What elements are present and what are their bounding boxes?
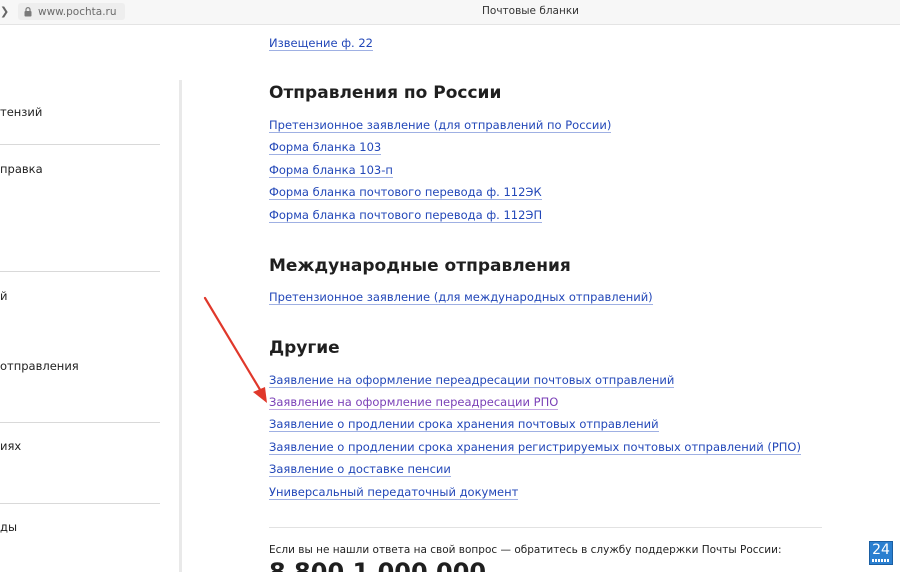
- link-extend-storage[interactable]: Заявление о продлении срока хранения поч…: [269, 418, 659, 432]
- link-claim-russia[interactable]: Претензионное заявление (для отправлений…: [269, 119, 612, 133]
- link-izveshchenie-22[interactable]: Извещение ф. 22: [269, 37, 373, 51]
- browser-toolbar: ❯ www.pochta.ru Почтовые бланки: [0, 0, 900, 25]
- link-form-103p[interactable]: Форма бланка 103-п: [269, 164, 393, 178]
- sidebar-divider: [0, 271, 160, 272]
- sidebar-scrollbar[interactable]: [179, 80, 182, 572]
- link-form-112ep[interactable]: Форма бланка почтового перевода ф. 112ЭП: [269, 209, 543, 223]
- content-divider: [269, 527, 822, 528]
- sidebar-item[interactable]: ды: [0, 520, 17, 534]
- sidebar-divider: [0, 144, 160, 145]
- sidebar-divider: [0, 503, 160, 504]
- link-universal-document[interactable]: Универсальный передаточный документ: [269, 486, 519, 500]
- link-redirect-rpo[interactable]: Заявление на оформление переадресации РП…: [269, 396, 559, 410]
- badge-text: 24: [872, 542, 890, 558]
- main-content: Извещение ф. 22 Отправления по России Пр…: [269, 25, 829, 572]
- badge-stripe: [872, 559, 890, 562]
- annotation-arrow-icon: [203, 296, 267, 403]
- sidebar-divider: [0, 422, 160, 423]
- sidebar-item[interactable]: правка: [0, 162, 43, 176]
- link-claim-international[interactable]: Претензионное заявление (для международн…: [269, 291, 653, 305]
- window-title: Почтовые бланки: [482, 5, 579, 17]
- link-form-103[interactable]: Форма бланка 103: [269, 141, 382, 155]
- address-bar[interactable]: www.pochta.ru: [18, 3, 125, 20]
- section-title-international: Международные отправления: [269, 256, 571, 276]
- link-extend-storage-rpo[interactable]: Заявление о продлении срока хранения рег…: [269, 441, 801, 455]
- link-form-112ek[interactable]: Форма бланка почтового перевода ф. 112ЭК: [269, 186, 542, 200]
- lock-icon: [24, 6, 32, 16]
- link-redirect-postal[interactable]: Заявление на оформление переадресации по…: [269, 374, 675, 388]
- support-text: Если вы не нашли ответа на свой вопрос —…: [269, 544, 782, 556]
- sidebar-item[interactable]: й: [0, 289, 7, 303]
- support-phone[interactable]: 8 800 1 000 000: [269, 562, 486, 572]
- sidebar-item[interactable]: тензий: [0, 105, 42, 119]
- section-title-russia: Отправления по России: [269, 83, 502, 103]
- section-title-other: Другие: [269, 338, 340, 358]
- channel-badge: 24: [869, 541, 893, 565]
- link-pension-delivery[interactable]: Заявление о доставке пенсии: [269, 463, 451, 477]
- url-text: www.pochta.ru: [38, 5, 117, 18]
- sidebar-item[interactable]: отправления: [0, 359, 79, 373]
- sidebar-item[interactable]: иях: [0, 439, 21, 453]
- sidebar: тензий правка й отправления иях ды: [0, 25, 182, 572]
- chevron-icon[interactable]: ❯: [0, 5, 9, 18]
